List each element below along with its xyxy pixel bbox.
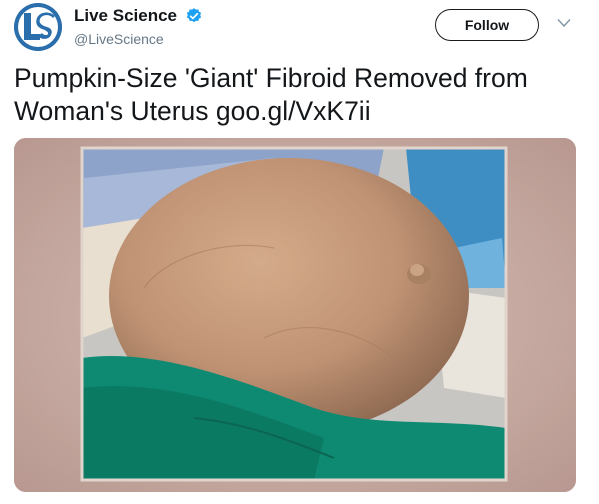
chevron-down-icon[interactable]	[557, 18, 571, 28]
tweet-photo[interactable]	[14, 138, 576, 492]
tweet-text: Pumpkin-Size 'Giant' Fibroid Removed fro…	[14, 63, 528, 126]
author-name[interactable]: Live Science	[74, 6, 177, 26]
tweet-card: Live Science @LiveScience Follow Pumpkin…	[0, 0, 599, 504]
follow-button[interactable]: Follow	[435, 9, 539, 41]
verified-badge-icon	[186, 8, 202, 23]
avatar[interactable]	[14, 3, 62, 51]
author-handle[interactable]: @LiveScience	[74, 30, 164, 48]
